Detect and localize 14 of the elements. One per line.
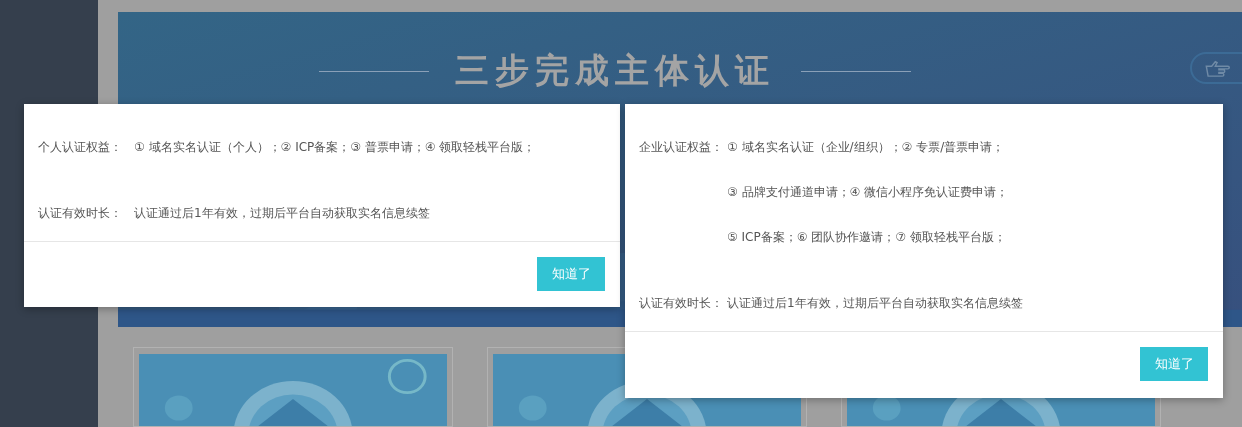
benefits-text: ① 域名实名认证（个人）；② ICP备案；③ 普票申请；④ 领取轻栈平台版； <box>134 140 537 154</box>
benefits-label: 企业认证权益： <box>639 140 723 156</box>
benefits-text: ① 域名实名认证（企业/组织）；② 专票/普票申请； <box>727 140 1006 154</box>
benefits-label: 个人认证权益： <box>38 140 122 156</box>
validity-text: 认证通过后1年有效，过期后平台自动获取实名信息续签 <box>134 206 431 220</box>
got-it-button[interactable]: 知道了 <box>1140 347 1208 381</box>
validity-label: 认证有效时长： <box>639 296 723 312</box>
validity-label: 认证有效时长： <box>38 206 122 222</box>
pointing-hand-icon <box>1204 59 1232 77</box>
banner-title: 三步完成主体认证 <box>455 49 775 92</box>
benefits-text: ⑤ ICP备案；⑥ 团队协作邀请；⑦ 领取轻栈平台版； <box>727 230 1007 244</box>
got-it-button[interactable]: 知道了 <box>537 257 605 291</box>
validity-text: 认证通过后1年有效，过期后平台自动获取实名信息续签 <box>727 296 1024 310</box>
benefits-text: ③ 品牌支付通道申请；④ 微信小程序免认证费申请； <box>727 185 1010 199</box>
